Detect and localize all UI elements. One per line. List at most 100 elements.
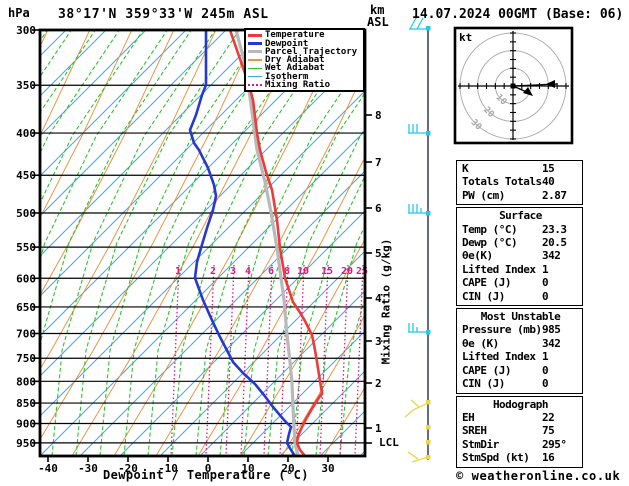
legend-swatch-thin (248, 59, 262, 61)
legend-swatch-thick (248, 33, 262, 37)
km-tick-label: 1 (375, 422, 382, 435)
wind-level-marker (426, 26, 431, 31)
mixing-ratio-line (319, 264, 329, 455)
pressure-tick-label: 850 (16, 397, 36, 410)
pressure-tick-label: 950 (16, 437, 36, 450)
stats-row: PW (cm) 2.87 (462, 189, 579, 202)
stats-value: 342 (542, 249, 561, 263)
stats-row: Temp (°C) 23.3 (462, 223, 579, 236)
stats-value: 2.87 (542, 188, 567, 202)
legend-swatch-thick (248, 50, 262, 54)
stats-row: Totals Totals 40 (462, 175, 579, 188)
stats-label: Dewp (°C) (462, 236, 518, 250)
mixing-ratio-value-label: 20 (341, 266, 353, 277)
wind-barb (407, 451, 419, 460)
mixing-ratio-value-label: 1 (175, 266, 181, 277)
skewt-sounding-page: 300 350 400 450 500 550 600 650 700 750 800 850 900 9… (0, 0, 629, 486)
model-run-datetime: 14.07.2024 00GMT (Base: 06) (412, 7, 624, 22)
pressure-tick-label: 400 (16, 127, 36, 140)
altitude-axis-unit-asl: ASL (367, 15, 389, 29)
pressure-tick-label: 650 (16, 301, 36, 314)
temp-tick-label: 30 (321, 462, 334, 475)
lcl-label: LCL (379, 436, 399, 449)
wet-adiabat-line (41, 31, 96, 112)
stats-label: CIN (J) (462, 377, 505, 391)
stats-label: StmSpd (kt) (462, 451, 530, 465)
stats-value: 40 (542, 175, 555, 189)
stats-value: 295° (542, 437, 567, 451)
pressure-axis-unit: hPa (8, 6, 30, 20)
stats-label: Lifted Index (462, 262, 536, 276)
stats-value: 22 (542, 410, 555, 424)
stats-row: CIN (J) 0 (462, 290, 579, 303)
pressure-tick-label: 750 (16, 352, 36, 365)
pressure-tick-label: 700 (16, 328, 36, 341)
stats-row: CAPE (J) 0 (462, 364, 579, 377)
stats-row: CAPE (J) 0 (462, 276, 579, 289)
stats-label: θe (K) (462, 336, 499, 350)
stats-label: CAPE (J) (462, 363, 511, 377)
wind-barb (410, 399, 420, 408)
temp-tick-label: -30 (78, 462, 98, 475)
stats-section: Hodograph EH 22 SREH 75 StmDir 295° StmSpd (kt)… (456, 395, 583, 468)
mixing-ratio-value-label: 6 (268, 266, 274, 277)
stats-value: 15 (542, 162, 555, 175)
isotherm-line (41, 51, 364, 376)
pressure-tick-label: 600 (16, 272, 36, 285)
wind-level-marker (426, 440, 431, 445)
legend-swatch-thin (248, 75, 262, 78)
stats-row: CIN (J) 0 (462, 377, 579, 390)
isotherm-line (41, 131, 364, 455)
stats-section-title: Surface (499, 209, 542, 223)
legend-box: Temperature Dewpoint Parcel Trajectory Dry … (244, 28, 365, 92)
pressure-tick-label: 300 (16, 24, 36, 37)
pressure-tick-label: 900 (16, 418, 36, 431)
legend-swatch-dotted (248, 83, 262, 86)
legend-swatch-thick (248, 42, 262, 45)
pressure-tick-label: 350 (16, 79, 36, 92)
parcel-trajectory-curve (234, 29, 300, 457)
stats-row: EH 22 (462, 411, 579, 424)
stats-section: Surface Temp (°C) 23.3 Dewp (°C) 20.5 θe(K) 34… (456, 207, 583, 307)
pressure-tick-label: 550 (16, 241, 36, 254)
temp-tick-label: -40 (38, 462, 58, 475)
km-tick-label: 7 (375, 156, 382, 169)
stats-row: Dewp (°C) 20.5 (462, 236, 579, 249)
stats-section-title: Hodograph (492, 397, 549, 411)
stats-label: EH (462, 410, 475, 424)
legend-swatch-thin (248, 67, 262, 69)
mixing-ratio-value-label: 2 (210, 266, 216, 277)
mixing-ratio-value-label: 4 (245, 266, 251, 277)
stats-value: 1 (542, 350, 549, 364)
hodograph-ring-label: 10 (494, 93, 509, 108)
km-tick-label: 8 (375, 109, 382, 122)
wind-barb (404, 409, 414, 418)
pressure-tick-label: 800 (16, 375, 36, 388)
stats-value: 985 (542, 323, 561, 337)
copyright: © weatheronline.co.uk (456, 469, 621, 483)
stats-label: SREH (462, 424, 487, 438)
legend-item: Mixing Ratio (246, 80, 363, 89)
mixing-ratio-axis-label: Mixing Ratio (g/kg) (379, 238, 393, 365)
stats-label: Totals Totals (462, 175, 542, 189)
wind-level-marker (426, 425, 431, 430)
stats-value: 1 (542, 262, 549, 276)
stats-value: 0 (542, 289, 549, 303)
stats-row: K 15 (462, 162, 579, 175)
stats-value: 75 (542, 424, 555, 438)
stats-row: Pressure (mb) 985 (462, 323, 579, 336)
stats-row: θe (K) 342 (462, 337, 579, 350)
hodograph-ring-label: 20 (481, 105, 496, 120)
wind-barb (411, 456, 429, 463)
x-axis-label: Dewpoint / Temperature (°C) (103, 468, 309, 482)
stats-panel: K 15 Totals Totals 40 PW (cm) 2.87 Surface Temp… (456, 160, 583, 470)
stats-label: Pressure (mb) (462, 323, 542, 337)
stats-row: θe(K) 342 (462, 249, 579, 262)
stats-label: K (462, 162, 469, 175)
mixing-ratio-line (354, 264, 364, 455)
stats-label: CIN (J) (462, 289, 505, 303)
mixing-ratio-value-label: 15 (321, 266, 333, 277)
stats-value: 0 (542, 276, 549, 290)
stats-section: Most Unstable Pressure (mb) 985 θe (K) 342 Li… (456, 308, 583, 394)
stats-label: Lifted Index (462, 350, 536, 364)
